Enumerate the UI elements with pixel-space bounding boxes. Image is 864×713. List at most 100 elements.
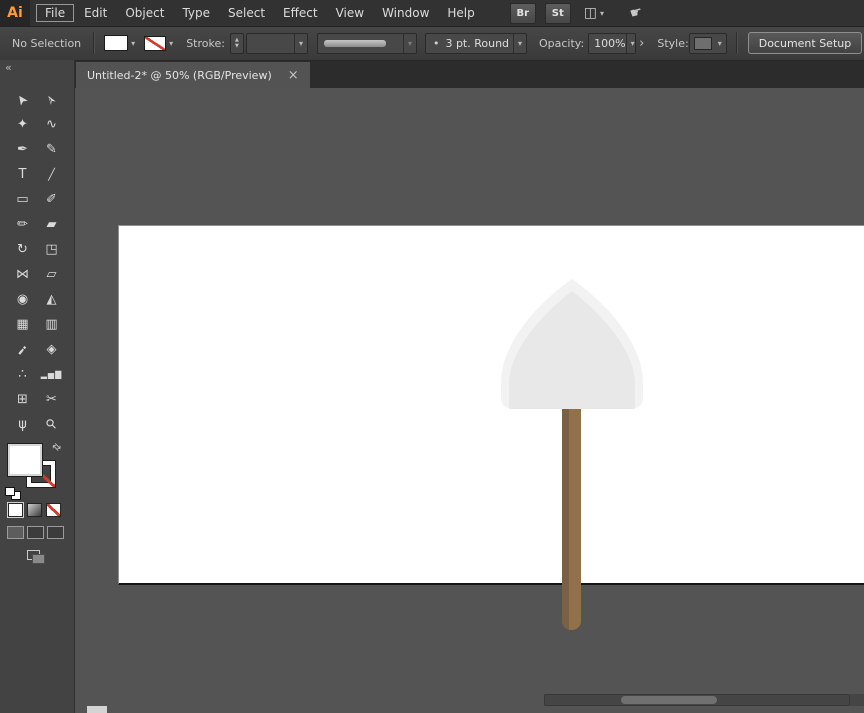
tool-mesh[interactable]: ▦ [8, 312, 37, 337]
canvas-area[interactable] [74, 88, 864, 713]
document-setup-button[interactable]: Document Setup [747, 32, 863, 54]
menu-file[interactable]: File [36, 4, 75, 22]
tool-magic-wand[interactable]: ✦ [8, 112, 37, 137]
menu-help[interactable]: Help [438, 4, 483, 22]
shovel-blade-shape[interactable] [499, 277, 645, 411]
tool-lasso[interactable]: ∿ [37, 112, 66, 137]
draw-normal-button[interactable] [7, 526, 24, 539]
tool-perspective-grid[interactable]: ◭ [37, 287, 66, 312]
menu-select[interactable]: Select [219, 4, 274, 22]
tool-rectangle[interactable]: ▭ [8, 187, 37, 212]
screen-mode-button[interactable] [27, 550, 45, 564]
fill-color-swatch[interactable] [7, 443, 43, 477]
tool-free-transform[interactable]: ▱ [37, 262, 66, 287]
stroke-width-stepper[interactable]: ▲ ▼ [229, 32, 244, 54]
opacity-field[interactable]: 100% ▾ [588, 32, 637, 54]
menu-view[interactable]: View [327, 4, 373, 22]
menu-object[interactable]: Object [116, 4, 173, 22]
bridge-button[interactable]: Br [509, 2, 536, 24]
menu-effect[interactable]: Effect [274, 4, 327, 22]
tool-line-segment[interactable]: ╱ [37, 162, 66, 187]
chevron-down-icon: ▾ [599, 8, 604, 18]
stroke-color-dropdown[interactable]: ▾ [144, 35, 174, 51]
fill-stroke-cluster: ⇄ [0, 441, 74, 501]
gradient-button[interactable] [27, 503, 42, 517]
shovel-blade-inner[interactable] [509, 291, 635, 409]
artboard[interactable] [118, 225, 864, 630]
stock-button[interactable]: St [544, 2, 571, 24]
brush-definition-dropdown[interactable]: • 3 pt. Round ▾ [424, 32, 527, 54]
stroke-width-field[interactable]: ▾ [245, 32, 308, 54]
tool-zoom[interactable]: ⚲ [37, 412, 66, 437]
tool-hand[interactable]: ψ [8, 412, 37, 437]
tool-artboard[interactable]: ⊞ [8, 387, 37, 412]
workspace-switcher[interactable]: ◫ ▾ [584, 5, 604, 21]
menu-list: File Edit Object Type Select Effect View… [36, 4, 484, 22]
tool-eraser[interactable]: ▰ [37, 212, 66, 237]
tool-pen[interactable]: ✒ [8, 137, 37, 162]
fill-color-dropdown[interactable]: ▾ [104, 35, 135, 51]
chevron-down-icon: ▾ [512, 33, 522, 53]
menu-edit[interactable]: Edit [75, 4, 116, 22]
draw-behind-button[interactable] [27, 526, 44, 539]
menu-window[interactable]: Window [373, 4, 438, 22]
tool-symbol-sprayer[interactable]: ∴ [8, 362, 37, 387]
menu-type[interactable]: Type [173, 4, 219, 22]
tools-panel: « ➤ ➢ ✦ ∿ ✒ ✎ T ╱ ▭ ✐ ✏ ▰ ↻ ◳ ⋈ ▱ ◉ ◭ ▦ … [0, 60, 75, 713]
chevron-down-icon: ▾ [293, 33, 303, 53]
tool-column-graph[interactable]: ▂▅▇ [37, 362, 66, 387]
tool-scale[interactable]: ◳ [37, 237, 66, 262]
chevron-down-icon: ▾ [625, 33, 635, 53]
tool-eyedropper[interactable]: ¡ [8, 337, 37, 362]
chevron-down-icon: ▾ [717, 38, 722, 48]
scrollbar-corner [850, 694, 864, 706]
share-icon[interactable]: ☛ [628, 4, 644, 23]
stroke-none-swatch [144, 35, 167, 51]
stroke-label[interactable]: Stroke: [186, 37, 225, 50]
style-label: Style: [657, 36, 689, 50]
style-dropdown[interactable]: ▾ [688, 32, 727, 54]
tools-panel-header: « [0, 60, 74, 74]
opacity-label[interactable]: Opacity: [539, 37, 584, 50]
chevron-down-icon: ▾ [402, 33, 412, 53]
status-bar-fragment [87, 706, 107, 713]
tools-grid: ➤ ➢ ✦ ∿ ✒ ✎ T ╱ ▭ ✐ ✏ ▰ ↻ ◳ ⋈ ▱ ◉ ◭ ▦ ▥ … [0, 87, 74, 437]
brush-value: 3 pt. Round [445, 36, 510, 50]
color-button[interactable] [8, 503, 23, 517]
tool-blend[interactable]: ◈ [37, 337, 66, 362]
tool-width[interactable]: ⋈ [8, 262, 37, 287]
color-type-buttons [0, 503, 74, 517]
tool-slice[interactable]: ✂ [37, 387, 66, 412]
separator [93, 32, 96, 54]
tool-type[interactable]: T [8, 162, 37, 187]
tool-gradient[interactable]: ▥ [37, 312, 66, 337]
tool-selection[interactable]: ➤ [8, 87, 37, 112]
width-profile-dropdown[interactable]: ▾ [316, 32, 417, 54]
stepper-down-icon: ▼ [235, 43, 239, 49]
opacity-value: 100% [594, 36, 626, 50]
illustrator-logo: Ai [0, 0, 30, 26]
collapse-panel-icon[interactable]: « [5, 61, 12, 74]
tool-curvature[interactable]: ✎ [37, 137, 66, 162]
horizontal-scrollbar[interactable] [544, 694, 850, 706]
shovel-handle-shape[interactable] [562, 409, 581, 630]
opacity-flyout-icon[interactable]: › [639, 36, 644, 51]
tool-direct-selection[interactable]: ➢ [37, 87, 66, 112]
document-tab[interactable]: Untitled-2* @ 50% (RGB/Preview) × [76, 62, 310, 88]
none-button[interactable] [46, 503, 61, 517]
document-tab-bar: Untitled-2* @ 50% (RGB/Preview) × [74, 60, 864, 88]
tool-shape-builder[interactable]: ◉ [8, 287, 37, 312]
chevron-down-icon: ▾ [169, 38, 174, 48]
control-bar: No Selection ▾ ▾ Stroke: ▲ ▼ ▾ ▾ • 3 pt.… [0, 26, 864, 61]
close-icon[interactable]: × [288, 68, 299, 83]
tool-paintbrush[interactable]: ✐ [37, 187, 66, 212]
document-tab-title: Untitled-2* @ 50% (RGB/Preview) [87, 68, 272, 82]
tool-pencil[interactable]: ✏ [8, 212, 37, 237]
draw-inside-button[interactable] [47, 526, 64, 539]
swap-fill-stroke-icon[interactable]: ⇄ [49, 441, 63, 455]
menu-bar: Ai File Edit Object Type Select Effect V… [0, 0, 864, 27]
default-fill-stroke-icon[interactable] [5, 487, 21, 500]
horizontal-scrollbar-thumb[interactable] [621, 696, 717, 704]
style-swatch [693, 36, 712, 50]
tool-rotate[interactable]: ↻ [8, 237, 37, 262]
